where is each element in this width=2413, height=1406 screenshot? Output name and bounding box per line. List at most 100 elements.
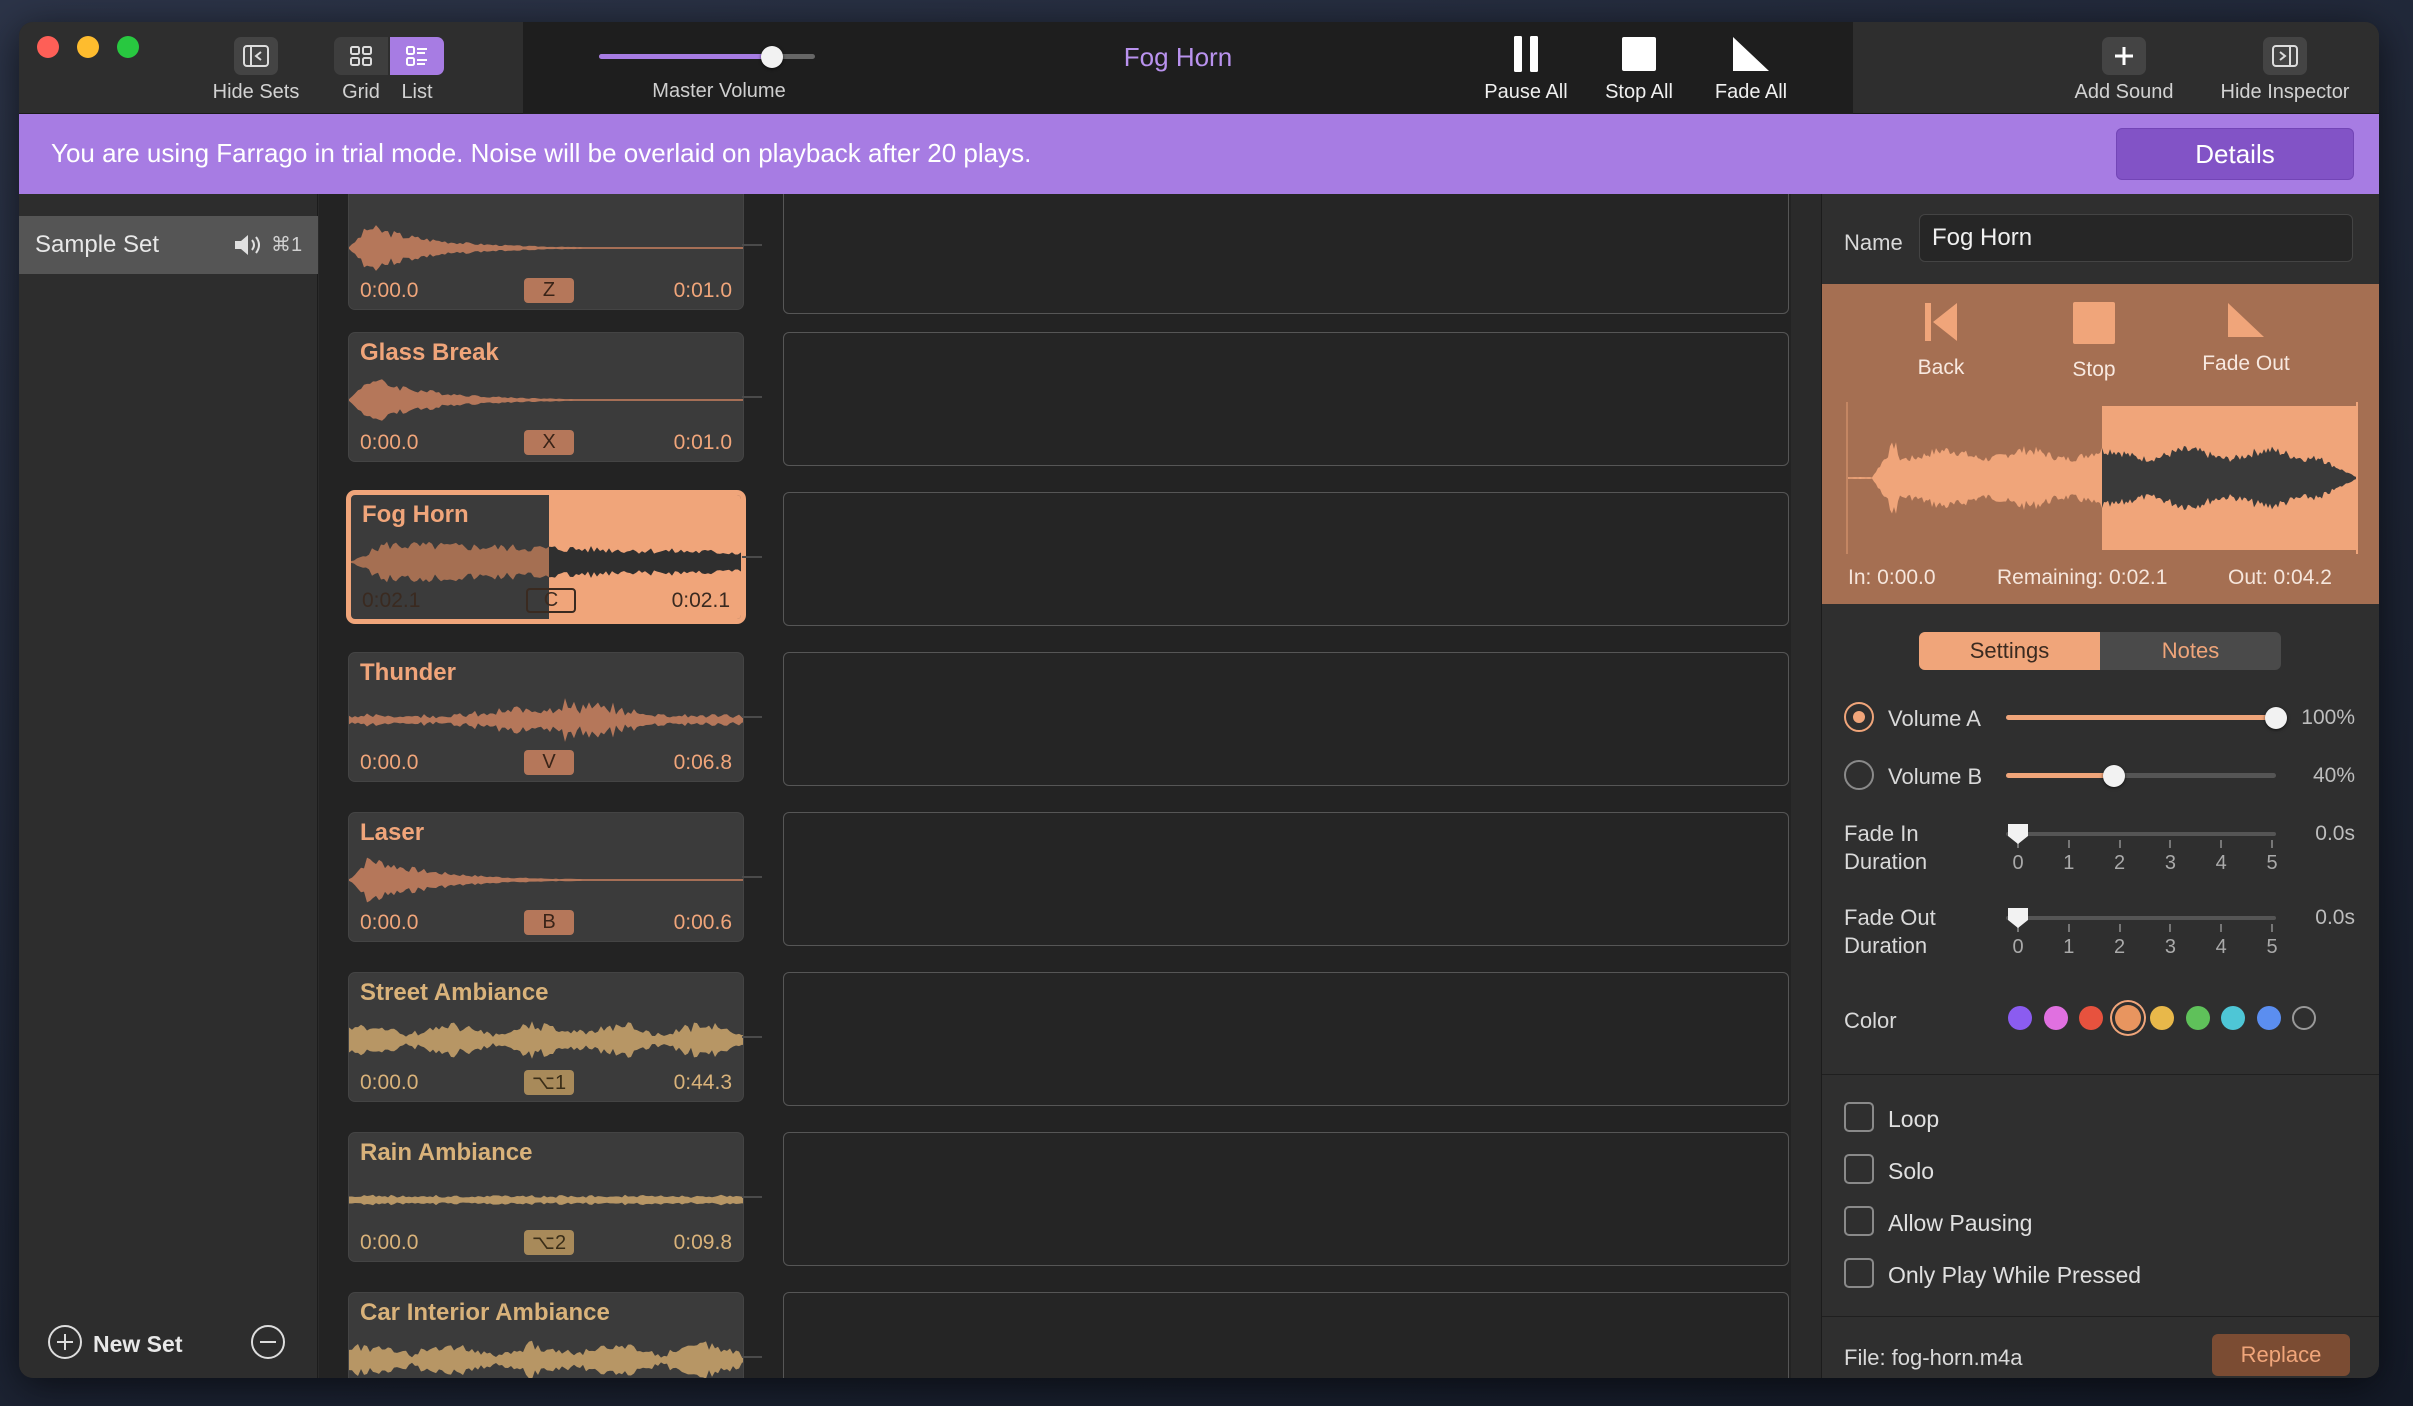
playback-lane[interactable] xyxy=(783,332,1789,466)
volume-a-knob[interactable] xyxy=(2265,707,2287,729)
tile-connector xyxy=(742,1036,762,1038)
grid-view-button[interactable]: Grid xyxy=(333,22,389,114)
fade-out-track[interactable] xyxy=(2006,916,2276,920)
sound-tile[interactable]: Laser 0:00.0 0:00.6 B xyxy=(348,812,744,942)
color-swatch[interactable] xyxy=(2114,1005,2141,1031)
tick-mark xyxy=(2169,924,2172,932)
fade-out-knob[interactable] xyxy=(2006,906,2030,930)
grid-icon xyxy=(334,37,388,75)
back-button[interactable]: Back xyxy=(1876,302,2006,380)
playback-lane[interactable] xyxy=(783,1132,1789,1266)
list-label: List xyxy=(401,81,433,103)
hide-inspector-button[interactable]: Hide Inspector xyxy=(2205,22,2365,114)
playback-lane[interactable] xyxy=(783,194,1789,314)
color-swatch[interactable] xyxy=(2221,1006,2245,1030)
zoom-window-button[interactable] xyxy=(117,36,139,58)
remove-set-button[interactable] xyxy=(250,1324,286,1365)
loop-checkbox[interactable] xyxy=(1844,1102,1874,1132)
volume-b-knob[interactable] xyxy=(2103,765,2125,787)
stop-label: Stop xyxy=(2072,358,2116,381)
loop-label: Loop xyxy=(1888,1106,1940,1132)
tick-label: 0 xyxy=(2012,936,2024,958)
list-view-button[interactable]: List xyxy=(389,22,445,114)
tab-settings[interactable]: Settings xyxy=(1919,632,2100,670)
waveform-display[interactable] xyxy=(1846,402,2358,554)
new-set-button[interactable]: New Set xyxy=(47,1324,182,1365)
sound-tile[interactable]: Street Ambiance 0:00.0 0:44.3 ⌥1 xyxy=(348,972,744,1102)
close-window-button[interactable] xyxy=(37,36,59,58)
sound-tile[interactable]: Glass Break 0:00.0 0:01.0 X xyxy=(348,332,744,462)
allow-pausing-label: Allow Pausing xyxy=(1888,1210,2033,1236)
fade-out-button[interactable]: Fade Out xyxy=(2181,302,2311,376)
sound-tile[interactable]: Thunder 0:00.0 0:06.8 V xyxy=(348,652,744,782)
tick-label: 2 xyxy=(2114,852,2126,874)
tile-hotkey: ⌥1 xyxy=(524,1070,574,1095)
solo-checkbox[interactable] xyxy=(1844,1154,1874,1184)
sound-player: Back Stop Fade Out In: 0:00.0 Remaining:… xyxy=(1822,284,2379,604)
waveform xyxy=(351,541,741,583)
fade-out-duration-label: Fade Out Duration xyxy=(1844,904,1936,960)
set-row-sample-set[interactable]: Sample Set ⌘1 xyxy=(19,216,318,274)
tile-hotkey: V xyxy=(524,750,574,775)
playback-lane[interactable] xyxy=(783,812,1789,946)
stop-icon xyxy=(1617,33,1661,75)
volume-a-fill xyxy=(2006,715,2276,720)
grid-label: Grid xyxy=(342,81,380,103)
stop-all-label: Stop All xyxy=(1605,81,1673,103)
tick-mark xyxy=(2118,924,2121,932)
sound-tile[interactable]: Car Interior Ambiance xyxy=(348,1292,744,1378)
playback-lane[interactable] xyxy=(783,1292,1789,1378)
tile-in-time: 0:00.0 xyxy=(360,751,419,774)
playback-lane[interactable] xyxy=(783,652,1789,786)
master-volume-knob[interactable] xyxy=(760,46,783,68)
minus-circle-icon xyxy=(250,1325,286,1364)
volume-a-label: Volume A xyxy=(1888,706,1981,731)
details-button[interactable]: Details xyxy=(2116,128,2354,180)
playback-lane[interactable] xyxy=(783,972,1789,1106)
hide-sets-button[interactable]: Hide Sets xyxy=(191,22,321,114)
waveform xyxy=(349,857,743,903)
color-swatch-none[interactable] xyxy=(2292,1006,2316,1030)
tile-connector xyxy=(742,1356,762,1358)
fade-in-knob[interactable] xyxy=(2006,822,2030,846)
solo-label: Solo xyxy=(1888,1158,1935,1184)
sound-tile[interactable]: 0:00.0 0:01.0 Z xyxy=(348,194,744,310)
toolbar-center: Master Volume Fog Horn Pause All Stop Al… xyxy=(523,22,1853,114)
pause-all-button[interactable]: Pause All xyxy=(1471,22,1581,114)
waveform xyxy=(349,1340,743,1378)
tick-label: 5 xyxy=(2266,852,2278,874)
stop-icon xyxy=(2073,302,2115,350)
only-play-while-pressed-label: Only Play While Pressed xyxy=(1888,1262,2142,1288)
sound-tile[interactable]: Fog Horn 0:02.1 0:02.1 C xyxy=(348,492,744,622)
fade-in-label-line2: Duration xyxy=(1844,849,1928,874)
tile-name: Car Interior Ambiance xyxy=(360,1299,610,1326)
fade-in-track[interactable] xyxy=(2006,832,2276,836)
allow-pausing-checkbox[interactable] xyxy=(1844,1206,1874,1236)
remaining-time: Remaining: 0:02.1 xyxy=(1997,566,2168,589)
tick-mark xyxy=(2271,924,2273,932)
minimize-window-button[interactable] xyxy=(77,36,99,58)
color-swatch[interactable] xyxy=(2150,1006,2174,1030)
color-swatch[interactable] xyxy=(2079,1006,2103,1030)
tile-name: Thunder xyxy=(360,659,456,686)
color-swatch[interactable] xyxy=(2185,1006,2210,1030)
playback-lane[interactable] xyxy=(783,492,1789,626)
tick-mark xyxy=(2271,840,2273,848)
tab-notes[interactable]: Notes xyxy=(2100,632,2281,670)
tile-hotkey: C xyxy=(526,588,576,613)
stop-button[interactable]: Stop xyxy=(2029,302,2159,382)
tick-mark xyxy=(2169,840,2172,848)
volume-a-radio[interactable] xyxy=(1844,702,1874,732)
tile-hotkey: X xyxy=(524,430,574,455)
fade-all-button[interactable]: Fade All xyxy=(1701,22,1801,114)
color-swatch[interactable] xyxy=(2256,1006,2281,1030)
replace-button[interactable]: Replace xyxy=(2212,1334,2350,1376)
stop-all-button[interactable]: Stop All xyxy=(1589,22,1689,114)
volume-b-radio[interactable] xyxy=(1844,760,1874,790)
color-swatch[interactable] xyxy=(2043,1006,2068,1030)
color-swatch[interactable] xyxy=(2008,1006,2032,1030)
add-sound-button[interactable]: Add Sound xyxy=(2059,22,2189,114)
only-play-while-pressed-checkbox[interactable] xyxy=(1844,1258,1874,1288)
name-input[interactable] xyxy=(1919,214,2353,262)
sound-tile[interactable]: Rain Ambiance 0:00.0 0:09.8 ⌥2 xyxy=(348,1132,744,1262)
